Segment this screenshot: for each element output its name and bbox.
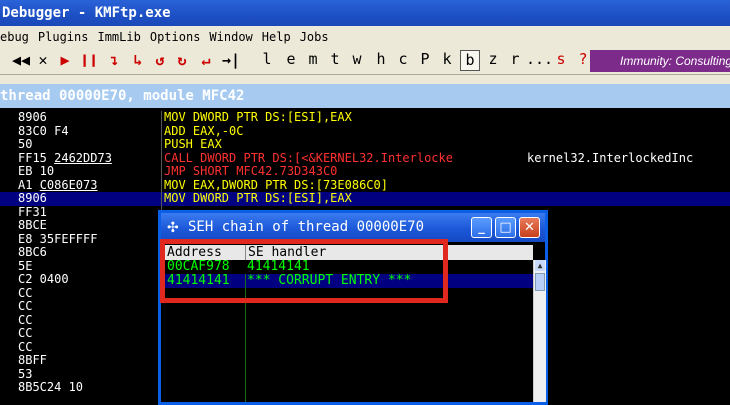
menu-item-help[interactable]: Help	[262, 26, 291, 48]
code-row[interactable]: 83C0 F4 ADD EAX,-0C	[0, 123, 730, 139]
opcode-bytes: CC	[18, 326, 33, 340]
opcode-bytes: 8906	[18, 191, 47, 205]
opcode-bytes: 8906	[18, 111, 47, 124]
menu-bar: ebug Plugins ImmLib Options Window Help Jobs	[0, 26, 730, 48]
toolbar-letter-more[interactable]: ...	[526, 50, 553, 71]
code-row[interactable]: A1 C086E073 MOV EAX,DWORD PTR DS:[73E086C…	[0, 177, 730, 193]
close-button[interactable]: ✕	[519, 217, 540, 238]
toolbar-letter-w[interactable]: w	[348, 50, 366, 71]
toolbar-letter-l[interactable]: l	[258, 50, 276, 71]
opcode-bytes: EB 10	[18, 164, 55, 178]
opcode-bytes: 50	[18, 137, 33, 151]
scroll-thumb[interactable]	[535, 273, 545, 291]
toolbar-letter-z[interactable]: z	[484, 50, 502, 71]
menu-item-window[interactable]: Window	[209, 26, 252, 48]
rewind-icon[interactable]: ◀◀	[10, 50, 32, 71]
opcode-bytes: 8BC6	[18, 245, 47, 259]
menu-item-ebug[interactable]: ebug	[0, 26, 29, 48]
toolbar-letter-k[interactable]: k	[438, 50, 456, 71]
code-row[interactable]: 50 PUSH EAX	[0, 137, 730, 152]
toolbar-letter-e[interactable]: e	[282, 50, 300, 71]
seh-window-icon: ✣	[167, 220, 179, 236]
menu-item-jobs[interactable]: Jobs	[300, 26, 329, 48]
opcode-bytes: FF15 2462DD73	[18, 150, 112, 165]
opcode-bytes: A1 C086E073	[18, 177, 98, 192]
code-row[interactable]: 8906 MOV DWORD PTR DS:[ESI],EAX	[0, 111, 730, 125]
instruction: PUSH EAX	[164, 137, 222, 151]
opcode-bytes: 8BFF	[18, 353, 47, 367]
instruction: MOV DWORD PTR DS:[ESI],EAX	[164, 111, 352, 124]
toolbar-spacer	[0, 75, 730, 84]
toolbar-letter-h[interactable]: h	[372, 50, 390, 71]
cpu-window-title: thread 00000E70, module MFC42	[0, 84, 730, 108]
opcode-bytes: CC	[18, 299, 33, 313]
code-row[interactable]: FF15 2462DD73 CALL DWORD PTR DS:[<&KERNEL…	[0, 150, 730, 166]
step-into-icon[interactable]: ↴	[104, 50, 124, 71]
opcode-bytes: CC	[18, 339, 33, 354]
opcode-bytes: 8B5C24 10	[18, 380, 84, 394]
code-row[interactable]: EB 10 JMP SHORT MFC42.73D343C0	[0, 164, 730, 179]
opcode-bytes: 53	[18, 366, 33, 381]
toolbar-letter-m[interactable]: m	[304, 50, 322, 71]
instruction: CALL DWORD PTR DS:[<&KERNEL32.Interlocke	[164, 150, 453, 165]
comment: kernel32.InterlockedInc	[527, 150, 694, 165]
opcode-bytes: 83C0 F4	[18, 123, 69, 138]
menu-item-plugins[interactable]: Plugins	[38, 26, 89, 48]
instruction: JMP SHORT MFC42.73D343C0	[164, 164, 338, 178]
menu-item-immlib[interactable]: ImmLib	[97, 26, 140, 48]
trace-into-icon[interactable]: ↺	[150, 50, 170, 71]
execute-till-return-icon[interactable]: ↵	[196, 50, 216, 71]
maximize-button[interactable]: □	[495, 217, 516, 238]
cpu-window-title-text: thread 00000E70, module MFC42	[0, 88, 245, 104]
minimize-button[interactable]: _	[471, 217, 492, 238]
opcode-bytes: E8 35FEFFFF	[18, 231, 98, 246]
close-icon[interactable]: ✕	[34, 50, 52, 71]
toolbar-letter-s[interactable]: s	[552, 50, 570, 71]
pause-icon[interactable]: ❙❙	[78, 50, 100, 71]
toolbar-letter-p[interactable]: P	[416, 50, 434, 71]
opcode-bytes: CC	[18, 285, 33, 300]
toolbar-letter-b[interactable]: b	[460, 50, 480, 71]
opcode-bytes: 5E	[18, 258, 33, 273]
toolbar-letter-c[interactable]: c	[394, 50, 412, 71]
menu-item-options[interactable]: Options	[150, 26, 201, 48]
scroll-up-icon[interactable]: ▲	[535, 260, 545, 271]
code-row[interactable]: 8906 MOV DWORD PTR DS:[ESI],EAX	[0, 191, 730, 206]
opcode-bytes: C2 0400	[18, 272, 69, 286]
red-highlight-box	[160, 239, 448, 303]
toolbar-letter-t[interactable]: t	[326, 50, 344, 71]
window-title: Debugger - KMFtp.exe	[2, 5, 171, 21]
seh-scrollbar[interactable]: ▲	[533, 260, 546, 402]
seh-window-title: SEH chain of thread 00000E70	[188, 219, 425, 235]
instruction: MOV EAX,DWORD PTR DS:[73E086C0]	[164, 177, 388, 192]
opcode-bytes: CC	[18, 312, 33, 327]
trace-over-icon[interactable]: ↻	[172, 50, 192, 71]
title-bar: Debugger - KMFtp.exe	[0, 0, 730, 26]
goto-icon[interactable]: →|	[220, 50, 242, 71]
step-over-icon[interactable]: ↳	[128, 50, 148, 71]
instruction: MOV DWORD PTR DS:[ESI],EAX	[164, 191, 352, 205]
run-icon[interactable]: ▶	[56, 50, 74, 71]
seh-window-titlebar[interactable]: ✣ SEH chain of thread 00000E70 _ □ ✕	[161, 213, 545, 242]
immunity-banner[interactable]: Immunity: Consulting	[590, 50, 730, 72]
opcode-bytes: FF31	[18, 204, 47, 219]
opcode-bytes: 8BCE	[18, 218, 47, 232]
toolbar-letter-r[interactable]: r	[506, 50, 524, 71]
instruction: ADD EAX,-0C	[164, 123, 244, 138]
